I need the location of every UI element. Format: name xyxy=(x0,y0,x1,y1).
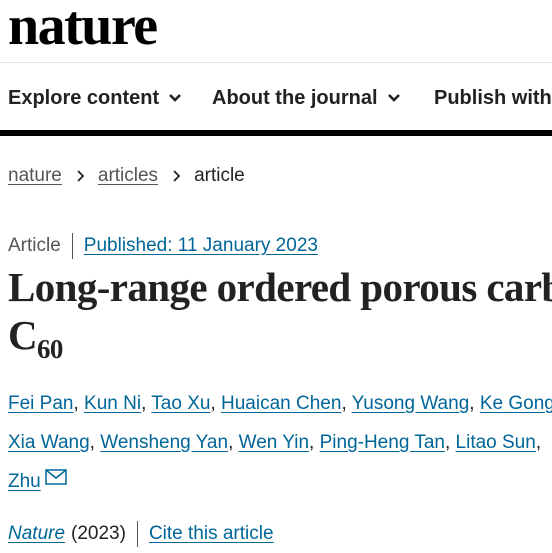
breadcrumb: nature articles article xyxy=(8,162,245,190)
cite-article-link[interactable]: Cite this article xyxy=(149,520,274,548)
author-line-2: Xia Wang, Wensheng Yan, Wen Yin, Ping-He… xyxy=(8,423,552,462)
author-link[interactable]: Yusong Wang xyxy=(352,393,470,414)
nav-item-label: Publish with xyxy=(434,87,552,109)
author-separator: , xyxy=(469,393,475,414)
published-date-link[interactable]: Published: 11 January 2023 xyxy=(84,232,318,260)
nav-item-label: Explore content xyxy=(8,87,160,109)
nav-divider xyxy=(0,130,552,136)
article-title: Long-range ordered porous carb C60 xyxy=(8,263,552,373)
author-separator: , xyxy=(228,432,234,453)
article-meta: Article Published: 11 January 2023 xyxy=(8,232,318,260)
journal-name-link[interactable]: Nature xyxy=(8,520,65,548)
nav-explore-content[interactable]: Explore content xyxy=(8,84,183,112)
author-separator: , xyxy=(210,393,216,414)
title-line-2: C60 xyxy=(8,312,63,364)
meta-divider xyxy=(71,233,73,259)
author-link[interactable]: Tao Xu xyxy=(151,393,210,414)
article-type: Article xyxy=(8,235,61,256)
breadcrumb-link-nature[interactable]: nature xyxy=(8,162,62,190)
header-divider xyxy=(0,62,552,63)
author-link[interactable]: Ping-Heng Tan xyxy=(320,432,445,453)
author-link[interactable]: Fei Pan xyxy=(8,393,73,414)
author-link[interactable]: Wensheng Yan xyxy=(100,432,228,453)
main-nav: Explore content About the journal Publis… xyxy=(0,84,552,114)
chevron-down-icon xyxy=(387,94,400,102)
author-link[interactable]: Ke Gong xyxy=(480,393,552,414)
chevron-down-icon xyxy=(169,94,182,102)
title-line-1: Long-range ordered porous carb xyxy=(8,264,552,310)
journal-info: Nature (2023) Cite this article xyxy=(8,520,274,548)
author-separator: , xyxy=(535,432,542,453)
chevron-right-icon xyxy=(77,170,85,182)
author-link[interactable]: Xia Wang xyxy=(8,432,90,453)
author-link[interactable]: Litao Sun xyxy=(456,432,536,453)
breadcrumb-current: article xyxy=(194,165,245,186)
author-line-3: Zhu xyxy=(8,462,552,501)
journal-year: (2023) xyxy=(71,523,126,544)
breadcrumb-link-articles[interactable]: articles xyxy=(98,162,158,190)
author-separator: , xyxy=(341,393,347,414)
author-link[interactable]: Kun Ni xyxy=(84,393,141,414)
site-logo[interactable]: nature xyxy=(8,0,158,56)
nav-item-label: About the journal xyxy=(212,87,378,109)
mail-icon[interactable] xyxy=(45,469,67,485)
author-link[interactable]: Huaican Chen xyxy=(221,393,341,414)
author-link[interactable]: Zhu xyxy=(8,471,41,492)
author-list: Fei Pan, Kun Ni, Tao Xu, Huaican Chen, Y… xyxy=(8,384,552,501)
nav-publish-with[interactable]: Publish with xyxy=(434,84,552,112)
author-separator: , xyxy=(444,432,451,453)
nav-about-journal[interactable]: About the journal xyxy=(212,84,402,112)
chevron-right-icon xyxy=(173,170,181,182)
author-line-1: Fei Pan, Kun Ni, Tao Xu, Huaican Chen, Y… xyxy=(8,384,552,423)
journal-divider xyxy=(136,521,138,547)
author-separator: , xyxy=(73,393,79,414)
author-separator: , xyxy=(309,432,315,453)
author-separator: , xyxy=(141,393,147,414)
author-separator: , xyxy=(89,432,95,453)
author-link[interactable]: Wen Yin xyxy=(239,432,309,453)
